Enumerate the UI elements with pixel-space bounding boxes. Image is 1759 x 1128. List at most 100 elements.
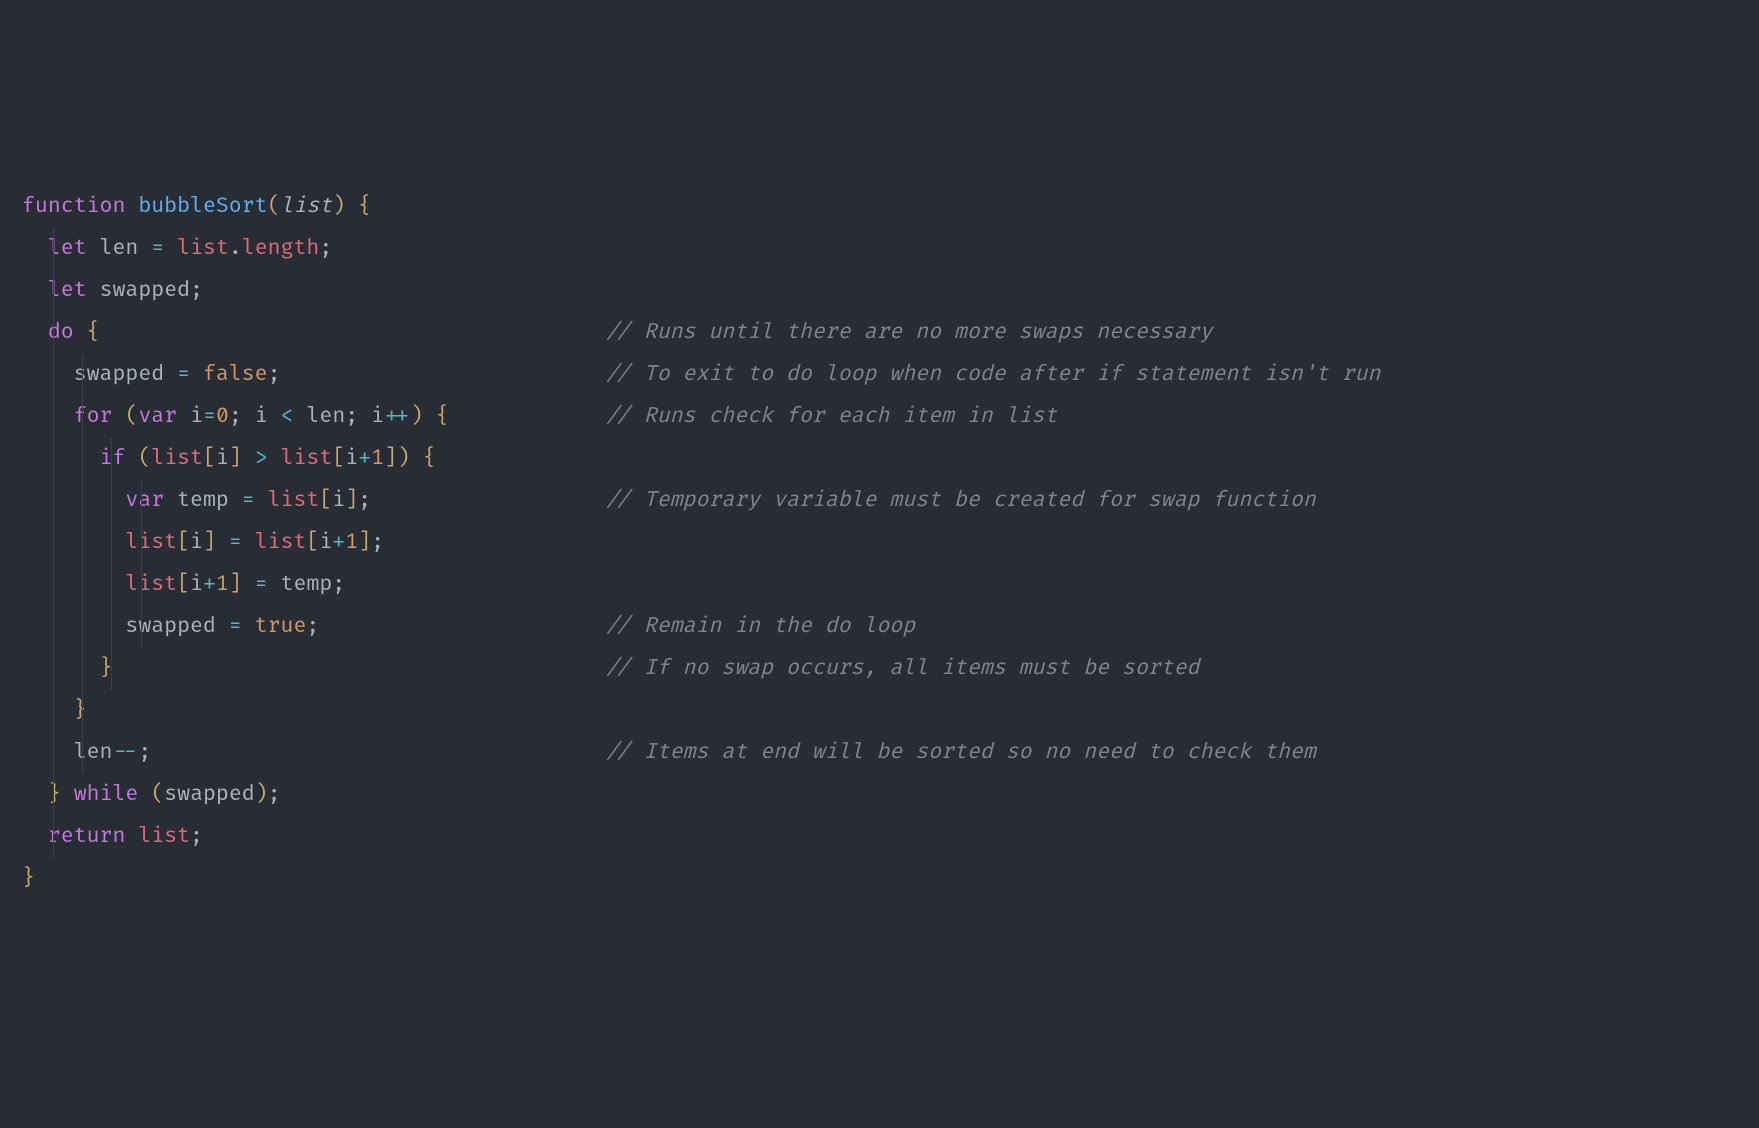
code-content: } while (swapped); xyxy=(22,782,281,807)
token: ] xyxy=(384,446,397,471)
indent-guide xyxy=(82,648,83,690)
code-comment: // Items at end will be sorted so no nee… xyxy=(605,732,1316,774)
code-line[interactable]: let swapped; xyxy=(22,270,1759,312)
code-line[interactable]: list[i] = list[i+1]; xyxy=(22,522,1759,564)
code-line[interactable]: swapped = true;// Remain in the do loop xyxy=(22,606,1759,648)
token: = xyxy=(203,404,216,429)
token: list xyxy=(281,446,333,471)
token: 1 xyxy=(371,446,384,471)
token: = xyxy=(151,236,164,261)
token: bubbleSort xyxy=(138,194,267,219)
token xyxy=(61,782,74,807)
token: { xyxy=(87,320,100,345)
token: if xyxy=(100,446,126,471)
token xyxy=(87,278,100,303)
token: [ xyxy=(306,530,319,555)
token: var xyxy=(125,488,164,513)
code-line[interactable]: if (list[i] > list[i+1]) { xyxy=(22,438,1759,480)
indent-guide xyxy=(53,774,54,816)
token: i xyxy=(319,530,332,555)
token: list xyxy=(177,236,229,261)
code-content: for (var i=0; i < len; i++) { xyxy=(22,404,449,429)
code-line[interactable]: list[i+1] = temp; xyxy=(22,564,1759,606)
token: len xyxy=(74,740,113,765)
code-content: let len = list.length; xyxy=(22,236,332,261)
token: i xyxy=(255,404,268,429)
token xyxy=(164,362,177,387)
token: [ xyxy=(177,530,190,555)
code-line[interactable]: do { // Runs until there are no more swap… xyxy=(22,312,1759,354)
token: ) xyxy=(410,404,423,429)
token: -- xyxy=(112,740,138,765)
token: length xyxy=(242,236,320,261)
code-line[interactable]: var temp = list[i];// Temporary variable… xyxy=(22,480,1759,522)
token: { xyxy=(436,404,449,429)
code-comment: // If no swap occurs, all items must be … xyxy=(605,648,1199,690)
code-line[interactable]: for (var i=0; i < len; i++) {// Runs che… xyxy=(22,396,1759,438)
token: } xyxy=(22,866,35,891)
token: ] xyxy=(345,488,358,513)
indent-guide xyxy=(53,438,54,480)
token: ; xyxy=(229,404,255,429)
code-line[interactable]: function bubbleSort(list) { xyxy=(22,186,1759,228)
token xyxy=(74,320,87,345)
indent-guide xyxy=(111,438,112,480)
token: list xyxy=(255,530,307,555)
code-line[interactable]: len--; // Items at end will be sorted so … xyxy=(22,732,1759,774)
token: = xyxy=(255,572,268,597)
token: i xyxy=(345,446,358,471)
indent-guide xyxy=(53,816,54,858)
indent-guide xyxy=(82,438,83,480)
code-line[interactable]: } while (swapped); xyxy=(22,774,1759,816)
code-line[interactable]: return list; xyxy=(22,816,1759,858)
code-editor[interactable]: function bubbleSort(list) { let len = li… xyxy=(22,186,1759,900)
code-line[interactable]: }// If no swap occurs, all items must be… xyxy=(22,648,1759,690)
code-line[interactable]: } xyxy=(22,690,1759,732)
token xyxy=(229,488,242,513)
token: ) xyxy=(255,782,268,807)
token: return xyxy=(48,824,126,849)
code-content: do { xyxy=(22,320,100,345)
token: ; xyxy=(138,740,151,765)
token xyxy=(268,446,281,471)
code-content: } xyxy=(22,866,35,891)
token: . xyxy=(229,236,242,261)
token xyxy=(216,614,229,639)
token: = xyxy=(229,614,242,639)
token xyxy=(242,572,255,597)
code-line[interactable]: } xyxy=(22,858,1759,900)
code-comment: // Runs until there are no more swaps ne… xyxy=(605,312,1212,354)
token: ; xyxy=(358,488,371,513)
code-content: list[i+1] = temp; xyxy=(22,572,345,597)
token xyxy=(242,446,255,471)
indent-guide xyxy=(82,522,83,564)
code-line[interactable]: let len = list.length; xyxy=(22,228,1759,270)
code-content: return list; xyxy=(22,824,203,849)
token: swapped xyxy=(125,614,215,639)
indent-guide xyxy=(53,732,54,774)
indent-guide xyxy=(53,270,54,312)
code-line[interactable]: swapped = false;// To exit to do loop wh… xyxy=(22,354,1759,396)
token: [ xyxy=(332,446,345,471)
token: function xyxy=(22,194,125,219)
token: len xyxy=(307,404,346,429)
token: list xyxy=(125,530,177,555)
token: ; xyxy=(268,782,281,807)
token: false xyxy=(203,362,268,387)
code-comment: // Remain in the do loop xyxy=(605,606,915,648)
indent-guide xyxy=(53,396,54,438)
token: i xyxy=(190,572,203,597)
token: swapped xyxy=(164,782,254,807)
token: temp xyxy=(177,488,229,513)
token: list xyxy=(125,572,177,597)
token: ; xyxy=(190,278,203,303)
token: var xyxy=(138,404,177,429)
indent-guide xyxy=(53,480,54,522)
token: = xyxy=(229,530,242,555)
token xyxy=(138,236,151,261)
indent-guide xyxy=(82,396,83,438)
token: ++ xyxy=(384,404,410,429)
token: for xyxy=(74,404,113,429)
token: = xyxy=(242,488,255,513)
token: while xyxy=(74,782,139,807)
